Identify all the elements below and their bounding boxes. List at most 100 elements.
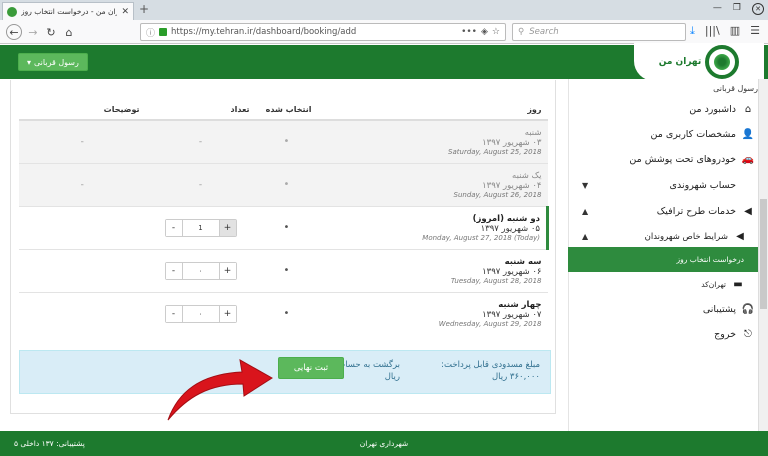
sidebar-item-label: خدمات طرح ترافیک: [656, 206, 736, 217]
selected-indicator: •: [255, 291, 318, 335]
sidebar-user-name: رسول قربانی: [713, 84, 758, 93]
final-submit-button[interactable]: ثبت نهایی: [278, 357, 344, 379]
chevron-up-icon: ▲: [582, 232, 589, 241]
day-cell: چهار شنبه ۰۷ شهریور ۱۳۹۷ Wednesday, Augu…: [317, 291, 548, 335]
search-icon: ⚲: [518, 27, 525, 37]
red-arrow-icon: [167, 359, 273, 421]
user-icon: 👤: [741, 129, 754, 140]
sidebar-item-label: خروج: [714, 329, 736, 340]
blocked-amount-label: مبلغ مسدودی قابل پرداخت:: [441, 360, 540, 370]
decrement-button[interactable]: -: [165, 262, 183, 279]
sidebar-item-label: حساب شهروندی: [669, 180, 736, 191]
day-name: دو شنبه (امروز): [472, 213, 540, 224]
url-text[interactable]: https://my.tehran.ir/dashboard/booking/a…: [171, 27, 457, 37]
logo-ring-icon: [705, 45, 740, 79]
scrollbar-thumb[interactable]: [760, 199, 767, 309]
quantity-stepper: - ۰ +: [164, 304, 237, 323]
quantity-value[interactable]: 1: [183, 220, 219, 236]
blocked-amount-value: ۳۶۰,۰۰۰ ریال: [491, 372, 540, 382]
download-icon[interactable]: ⤓: [690, 24, 695, 38]
selected-indicator: •: [255, 162, 318, 206]
sidebar-item-day-selection[interactable]: درخواست انتخاب روز: [568, 247, 768, 272]
sidebar-item-label: درخواست انتخاب روز: [676, 255, 744, 264]
sidebar-item-label: داشبورد من: [689, 104, 736, 115]
day-selection-table: روز انتخاب شده تعداد توضیحات شنبه ۰۳ شهر…: [19, 100, 549, 335]
page-actions-icon[interactable]: •••: [461, 27, 477, 37]
reload-icon[interactable]: ↻: [43, 24, 59, 40]
library-icon[interactable]: |||\: [705, 24, 720, 38]
day-name: سه شنبه: [504, 256, 542, 267]
day-cell: دو شنبه (امروز) ۰۵ شهریور ۱۳۹۷ Monday, A…: [317, 205, 549, 249]
notes-cell: [19, 205, 146, 249]
home-icon: ⌂: [744, 104, 752, 115]
search-input[interactable]: ⚲ Search: [512, 23, 686, 41]
sidebar-toggle-icon[interactable]: ▥: [730, 24, 740, 38]
browser-toolbar: ← → ↻ ⌂ ⓘ https://my.tehran.ir/dashboard…: [0, 20, 768, 44]
selected-indicator: •: [255, 205, 318, 249]
card-icon: ▬: [733, 279, 743, 290]
notes-cell: -: [19, 162, 146, 206]
increment-button[interactable]: +: [218, 219, 236, 236]
info-icon[interactable]: ⓘ: [146, 26, 155, 39]
quantity-value[interactable]: ۰: [183, 306, 219, 322]
app-footer: پشتیبانی: ۱۳۷ داخلی ۵ شهرداری تهران: [0, 431, 768, 456]
sidebar-item-profile[interactable]: 👤 مشخصات کاربری من: [568, 122, 768, 147]
sidebar-item-support[interactable]: 🎧 پشتیبانی: [568, 297, 768, 322]
decrement-button[interactable]: -: [165, 305, 183, 322]
day-name: یک شنبه: [512, 170, 542, 181]
increment-button[interactable]: +: [218, 262, 236, 279]
decrement-button[interactable]: -: [165, 219, 183, 236]
footer-title: شهرداری تهران: [359, 439, 409, 448]
table-row: دو شنبه (امروز) ۰۵ شهریور ۱۳۹۷ Monday, A…: [19, 205, 549, 249]
new-tab-button[interactable]: +: [139, 2, 149, 16]
favicon-icon: [7, 6, 17, 17]
quantity-stepper: - ۰ +: [164, 261, 237, 280]
menu-icon[interactable]: ☰: [750, 24, 760, 38]
app-header: ▾ رسول قربانی تهران من: [0, 43, 768, 81]
chevron-up-icon: ▲: [582, 207, 589, 216]
minimize-icon[interactable]: —: [713, 3, 722, 15]
count-cell: - ۰ +: [145, 291, 256, 335]
chevron-down-icon: ▼: [582, 181, 589, 190]
tehran-logo[interactable]: تهران من: [634, 43, 764, 81]
close-window-icon[interactable]: ✕: [752, 3, 764, 15]
address-bar[interactable]: ⓘ https://my.tehran.ir/dashboard/booking…: [140, 23, 506, 41]
user-menu-button[interactable]: ▾ رسول قربانی: [18, 53, 88, 71]
day-cell: شنبه ۰۳ شهریور ۱۳۹۷ Saturday, August 25,…: [317, 119, 548, 163]
col-header-notes: توضیحات: [19, 100, 146, 121]
browser-tab[interactable]: تهران من - درخواست انتخاب روز ✕: [2, 2, 134, 20]
count-cell: - ۰ +: [145, 248, 256, 292]
day-date-en: Tuesday, August 28, 2018: [450, 276, 542, 285]
sidebar-item-vehicles[interactable]: 🚗 خودروهای تحت پوشش من: [568, 147, 768, 172]
caret-left-icon: ◀: [744, 206, 752, 217]
sidebar-item-logout[interactable]: ⎋ خروج: [568, 322, 768, 347]
quantity-value[interactable]: ۰: [183, 263, 219, 279]
tab-title: تهران من - درخواست انتخاب روز: [21, 7, 118, 16]
increment-button[interactable]: +: [218, 305, 236, 322]
close-tab-icon[interactable]: ✕: [121, 7, 129, 17]
sidebar-item-tehran-code[interactable]: ▬ تهران‌کد: [568, 272, 768, 297]
payment-summary: مبلغ مسدودی قابل پرداخت: ۳۶۰,۰۰۰ ریال بر…: [19, 350, 551, 394]
table-row: شنبه ۰۳ شهریور ۱۳۹۷ Saturday, August 25,…: [19, 119, 548, 163]
day-date-fa: ۰۵ شهریور ۱۳۹۷: [480, 223, 540, 234]
sidebar-item-label: پشتیبانی: [702, 304, 736, 315]
bookmark-star-icon[interactable]: ☆: [492, 27, 500, 37]
sidebar-item-traffic-services[interactable]: ◀ خدمات طرح ترافیک ▲: [568, 199, 768, 224]
maximize-icon[interactable]: ❐: [733, 3, 741, 15]
count-cell: -: [145, 119, 256, 163]
back-icon[interactable]: ←: [6, 24, 22, 40]
window-controls: — ❐ ✕: [713, 3, 764, 15]
pocket-icon[interactable]: ◈: [481, 27, 488, 37]
day-cell: سه شنبه ۰۶ شهریور ۱۳۹۷ Tuesday, August 2…: [317, 248, 548, 292]
caret-left-icon: ◀: [736, 231, 744, 242]
sidebar-item-special-conditions[interactable]: ◀ شرایط خاص شهروندان ▲: [568, 224, 768, 249]
col-header-count: تعداد: [145, 100, 256, 121]
home-icon[interactable]: ⌂: [61, 24, 77, 40]
sidebar-item-dashboard[interactable]: ⌂ داشبورد من: [568, 97, 768, 122]
sidebar-item-citizen-account[interactable]: حساب شهروندی ▼: [568, 173, 768, 198]
notes-cell: -: [19, 119, 146, 163]
sidebar-scrollbar[interactable]: [758, 79, 768, 431]
day-date-en: Wednesday, August 29, 2018: [438, 319, 542, 328]
user-menu-label: رسول قربانی: [34, 57, 79, 67]
forward-icon[interactable]: →: [25, 24, 41, 40]
